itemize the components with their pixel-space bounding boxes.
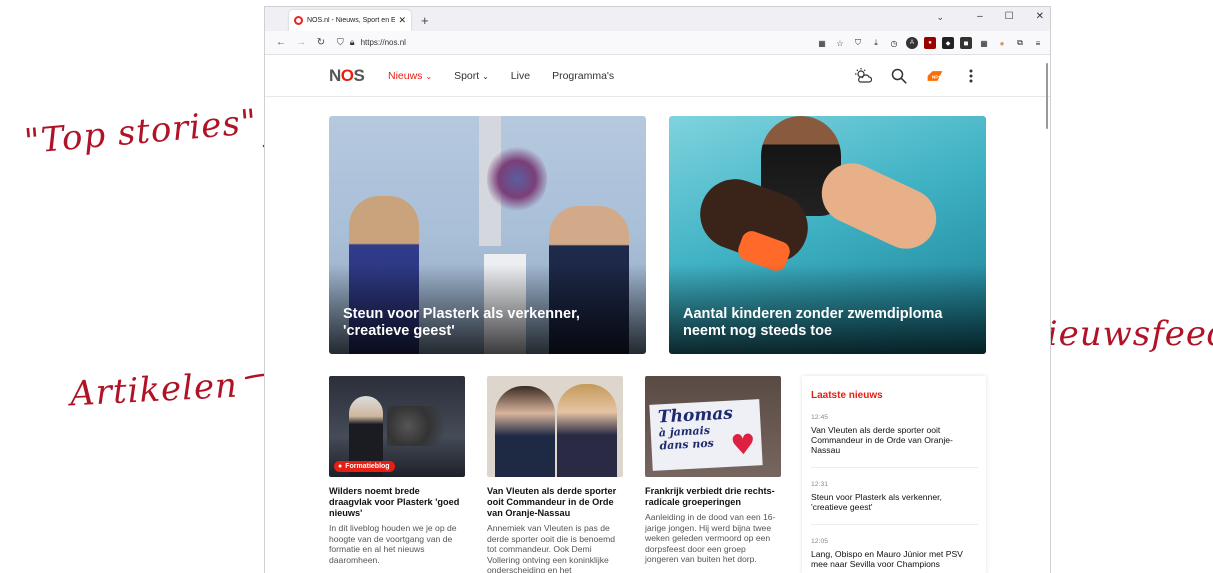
- article-image: ● Formatieblog: [329, 376, 465, 477]
- url-text[interactable]: https://nos.nl: [361, 38, 406, 47]
- article-title[interactable]: Wilders noemt brede draagvlak voor Plast…: [329, 486, 465, 519]
- article-card-1[interactable]: ● Formatieblog Wilders noemt brede draag…: [329, 376, 465, 565]
- menu-icon[interactable]: ≡: [1032, 37, 1044, 49]
- feed-item-time: 12:45: [811, 414, 829, 421]
- child-right: [811, 153, 947, 259]
- bitwarden-icon[interactable]: ◆: [942, 37, 954, 49]
- article-image: Thomas à jamais dans nos ♥: [645, 376, 781, 477]
- chevron-down-icon: ⌄: [425, 72, 433, 81]
- header-icons: NPO: [854, 67, 980, 85]
- article-image: [487, 376, 623, 477]
- badge-label: Formatieblog: [345, 463, 390, 470]
- feed-title[interactable]: Laatste nieuws: [811, 390, 978, 401]
- tab-title: NOS.nl - Nieuws, Sport en Eve: [307, 17, 396, 24]
- url-bar[interactable]: ⛉ 🔒︎ https://nos.nl: [337, 37, 406, 48]
- nav-item-nieuws[interactable]: Nieuws ⌄: [388, 70, 432, 82]
- top-story-headline[interactable]: Steun voor Plasterk als verkenner, 'crea…: [343, 306, 632, 340]
- reload-icon[interactable]: ↻: [311, 37, 331, 48]
- maximize-button[interactable]: ☐: [1005, 11, 1014, 22]
- site-header: NOS Nieuws ⌄ Sport ⌄ Live Programma's NP…: [265, 55, 1050, 97]
- bookmark-star-icon[interactable]: ☆: [834, 37, 846, 49]
- heart-icon: ♥: [729, 427, 757, 462]
- scrollbar[interactable]: [1046, 63, 1048, 129]
- shield-icon[interactable]: ⛉: [337, 37, 344, 48]
- nav-item-label: Nieuws: [388, 70, 423, 82]
- extension-dark-icon[interactable]: ◼: [960, 37, 972, 49]
- ublock-icon[interactable]: ●: [924, 37, 936, 49]
- tab-close-icon[interactable]: ✕: [398, 15, 406, 26]
- feed-item-text[interactable]: Steun voor Plasterk als verkenner, 'crea…: [811, 492, 978, 512]
- feed-item[interactable]: 12:05 Lang, Obispo en Mauro Júnior met P…: [811, 538, 978, 573]
- weather-icon[interactable]: [854, 67, 872, 85]
- nav-item-programmas[interactable]: Programma's: [552, 70, 614, 82]
- article-card-3[interactable]: Thomas à jamais dans nos ♥ Frankrijk ver…: [645, 376, 781, 565]
- nav-item-live[interactable]: Live: [511, 70, 530, 82]
- formatieblog-badge[interactable]: ● Formatieblog: [334, 461, 395, 472]
- top-story-1[interactable]: Steun voor Plasterk als verkenner, 'crea…: [329, 116, 646, 354]
- svg-text:NPO: NPO: [932, 74, 943, 80]
- nav-item-label: Sport: [454, 70, 480, 82]
- article-lead: Annemiek van Vleuten is pas de derde spo…: [487, 523, 616, 573]
- feed-item-text[interactable]: Van Vleuten als derde sporter ooit Comma…: [811, 425, 978, 455]
- vase-flowers: [487, 144, 547, 214]
- logo-letter-n: N: [329, 66, 341, 85]
- extensions-puzzle-icon[interactable]: ⧉: [1014, 37, 1026, 49]
- main-navigation: Nieuws ⌄ Sport ⌄ Live Programma's: [388, 70, 636, 82]
- account-icon[interactable]: A: [906, 37, 918, 49]
- back-arrow-icon[interactable]: ←: [271, 37, 291, 48]
- history-icon[interactable]: ◷: [888, 37, 900, 49]
- more-vertical-icon[interactable]: [962, 67, 980, 85]
- protest-banner: Thomas à jamais dans nos ♥: [649, 399, 763, 471]
- feed-item-time: 12:31: [811, 481, 829, 488]
- news-feed: Laatste nieuws 12:45 Van Vleuten als der…: [802, 376, 986, 573]
- window-controls: – ☐ ✕: [977, 11, 1044, 22]
- person-right: [557, 384, 617, 477]
- feed-item[interactable]: 12:31 Steun voor Plasterk als verkenner,…: [811, 481, 978, 525]
- close-window-button[interactable]: ✕: [1036, 11, 1044, 22]
- tab-nos[interactable]: NOS.nl - Nieuws, Sport en Eve ✕: [289, 10, 411, 31]
- pocket-icon[interactable]: ⛉: [852, 37, 864, 49]
- annotation-artikelen: Artikelen: [69, 365, 239, 415]
- minimize-button[interactable]: –: [977, 11, 983, 22]
- feed-item-text[interactable]: Lang, Obispo en Mauro Júnior met PSV mee…: [811, 549, 978, 569]
- feed-item[interactable]: 12:45 Van Vleuten als derde sporter ooit…: [811, 414, 978, 468]
- feed-item-time: 12:05: [811, 538, 829, 545]
- article-lead: Aanleiding in de dood van een 16-jarige …: [645, 512, 776, 565]
- cookie-icon[interactable]: ●: [996, 37, 1008, 49]
- article-title[interactable]: Van Vleuten als derde sporter ooit Comma…: [487, 486, 623, 519]
- tab-bar: NOS.nl - Nieuws, Sport en Eve ✕ + ⌄ – ☐ …: [265, 7, 1050, 31]
- npo-logo-icon[interactable]: NPO: [926, 67, 944, 85]
- new-tab-button[interactable]: +: [421, 13, 429, 28]
- download-icon[interactable]: ⤓: [870, 37, 882, 49]
- article-title[interactable]: Frankrijk verbiedt drie rechts-radicale …: [645, 486, 781, 508]
- lock-icon[interactable]: 🔒︎: [350, 37, 355, 48]
- nos-logo[interactable]: NOS: [329, 66, 365, 86]
- logo-letter-o: O: [340, 66, 354, 85]
- grid-extension-icon[interactable]: ▦: [978, 37, 990, 49]
- search-icon[interactable]: [890, 67, 908, 85]
- browser-toolbar: ▦ ☆ ⛉ ⤓ ◷ A ● ◆ ◼ ▦ ● ⧉ ≡: [816, 37, 1044, 49]
- article-card-2[interactable]: Van Vleuten als derde sporter ooit Comma…: [487, 376, 623, 573]
- microphones: [387, 406, 457, 446]
- logo-letter-s: S: [353, 66, 365, 85]
- browser-window: NOS.nl - Nieuws, Sport en Eve ✕ + ⌄ – ☐ …: [264, 6, 1051, 573]
- list-tabs-icon[interactable]: ⌄: [936, 12, 944, 23]
- nos-favicon-icon: [294, 16, 303, 25]
- chevron-down-icon: ⌄: [482, 72, 489, 81]
- article-lead: In dit liveblog houden we je op de hoogt…: [329, 523, 457, 565]
- annotation-top-stories: "Top stories": [22, 101, 259, 163]
- nav-bar: ← → ↻ ⛉ 🔒︎ https://nos.nl ▦ ☆ ⛉ ⤓ ◷ A ● …: [265, 31, 1050, 55]
- person-left: [495, 386, 555, 477]
- live-pin-icon: ●: [338, 463, 343, 470]
- forward-arrow-icon[interactable]: →: [291, 37, 311, 48]
- top-story-2[interactable]: Aantal kinderen zonder zwemdiploma neemt…: [669, 116, 986, 354]
- qr-icon[interactable]: ▦: [816, 37, 828, 49]
- top-story-headline[interactable]: Aantal kinderen zonder zwemdiploma neemt…: [683, 306, 972, 340]
- nav-item-sport[interactable]: Sport ⌄: [454, 70, 489, 82]
